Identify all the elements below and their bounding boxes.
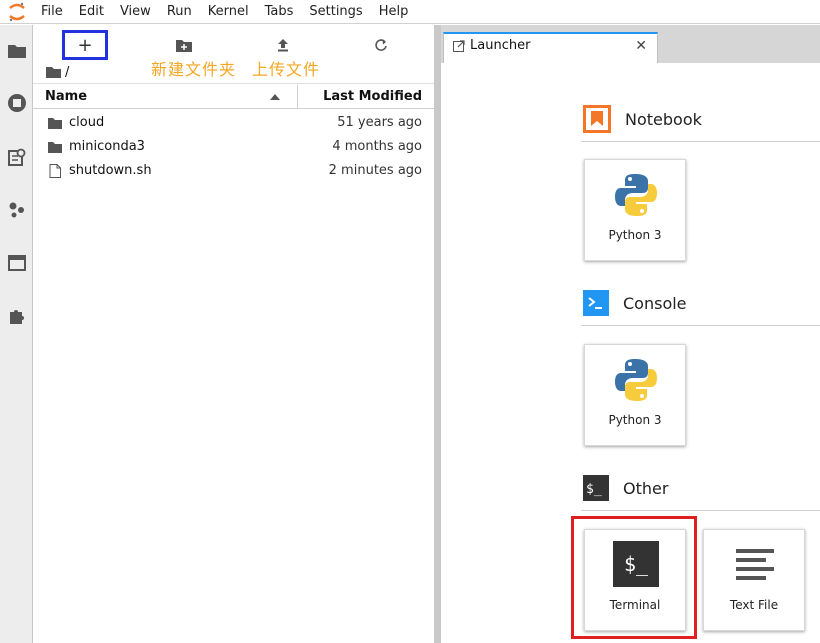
menu-run[interactable]: Run <box>159 0 200 24</box>
panel-splitter[interactable] <box>434 25 441 643</box>
upload-annotation: 上传文件 <box>252 60 321 79</box>
menu-kernel[interactable]: Kernel <box>200 0 257 24</box>
tab-label: Launcher <box>470 38 531 53</box>
menu-settings[interactable]: Settings <box>301 0 370 24</box>
text-file-icon <box>730 540 780 590</box>
file-browser-tab-icon[interactable] <box>0 33 33 67</box>
other-section-header: $_ Other <box>583 473 668 503</box>
python-icon <box>611 355 661 405</box>
file-name: shutdown.sh <box>69 163 152 178</box>
command-palette-icon[interactable] <box>0 140 33 174</box>
activity-bar <box>0 25 33 643</box>
open-tabs-icon[interactable] <box>0 246 33 280</box>
file-modified: 2 minutes ago <box>328 163 422 178</box>
divider <box>581 510 820 511</box>
notebook-section-header: Notebook <box>583 104 702 134</box>
menu-bar: File Edit View Run Kernel Tabs Settings … <box>0 0 820 24</box>
divider <box>581 141 820 142</box>
jupyter-logo-icon <box>0 0 33 24</box>
terminal-highlight-box <box>571 516 697 639</box>
file-name: cloud <box>69 115 105 130</box>
menu-help[interactable]: Help <box>371 0 417 24</box>
console-python3-card[interactable]: Python 3 <box>584 344 686 446</box>
file-browser-toolbar: + 新建文件夹 上传文件 <box>33 25 434 79</box>
breadcrumb: / <box>46 63 69 81</box>
sort-ascending-icon <box>270 94 280 100</box>
close-icon[interactable]: ✕ <box>635 38 647 54</box>
property-inspector-icon[interactable] <box>0 193 33 227</box>
breadcrumb-root[interactable]: / <box>65 65 69 80</box>
file-browser-panel: + 新建文件夹 上传文件 / Name Last Modified cloud … <box>33 25 434 643</box>
card-label: Text File <box>729 598 779 612</box>
file-list-header: Name Last Modified <box>33 85 434 109</box>
file-modified: 51 years ago <box>337 115 422 130</box>
menu-view[interactable]: View <box>112 0 159 24</box>
file-row[interactable]: miniconda3 4 months ago <box>33 135 434 159</box>
menu-tabs[interactable]: Tabs <box>257 0 302 24</box>
new-folder-annotation: 新建文件夹 <box>151 60 237 79</box>
console-section-header: Console <box>583 288 687 318</box>
folder-icon <box>48 142 62 153</box>
notebook-section-title: Notebook <box>625 109 702 129</box>
file-name: miniconda3 <box>69 139 145 154</box>
tab-launcher[interactable]: Launcher ✕ <box>443 32 658 63</box>
divider <box>33 83 434 84</box>
file-modified: 4 months ago <box>332 139 422 154</box>
card-label: Python 3 <box>608 413 662 427</box>
card-label: Python 3 <box>608 228 662 242</box>
column-modified-header[interactable]: Last Modified <box>323 89 422 104</box>
menu-file[interactable]: File <box>33 0 71 24</box>
console-section-title: Console <box>623 293 687 313</box>
text-file-card[interactable]: Text File <box>703 529 805 631</box>
launcher-icon <box>453 40 465 52</box>
svg-text:$_: $_ <box>586 482 602 497</box>
launcher-panel: Notebook Python 3 Console Python 3 $_ Ot… <box>441 63 820 643</box>
column-divider[interactable] <box>297 85 298 109</box>
running-sessions-icon[interactable] <box>0 86 33 120</box>
other-section-title: Other <box>623 478 669 498</box>
terminal-small-icon: $_ <box>583 475 609 501</box>
extension-manager-icon[interactable] <box>0 299 33 333</box>
file-row[interactable]: shutdown.sh 2 minutes ago <box>33 159 434 183</box>
refresh-icon[interactable] <box>369 30 393 60</box>
new-launcher-button[interactable]: + <box>62 30 108 60</box>
divider <box>581 325 820 326</box>
notebook-python3-card[interactable]: Python 3 <box>584 159 686 261</box>
file-row[interactable]: cloud 51 years ago <box>33 111 434 135</box>
notebook-icon <box>583 105 611 133</box>
main-tab-bar: Launcher ✕ <box>441 25 820 63</box>
file-icon <box>49 164 61 178</box>
column-name-header[interactable]: Name <box>45 89 87 104</box>
menu-edit[interactable]: Edit <box>71 0 112 24</box>
console-icon <box>583 290 609 316</box>
folder-icon <box>48 118 62 129</box>
home-folder-icon[interactable] <box>46 66 61 78</box>
python-icon <box>611 170 661 220</box>
